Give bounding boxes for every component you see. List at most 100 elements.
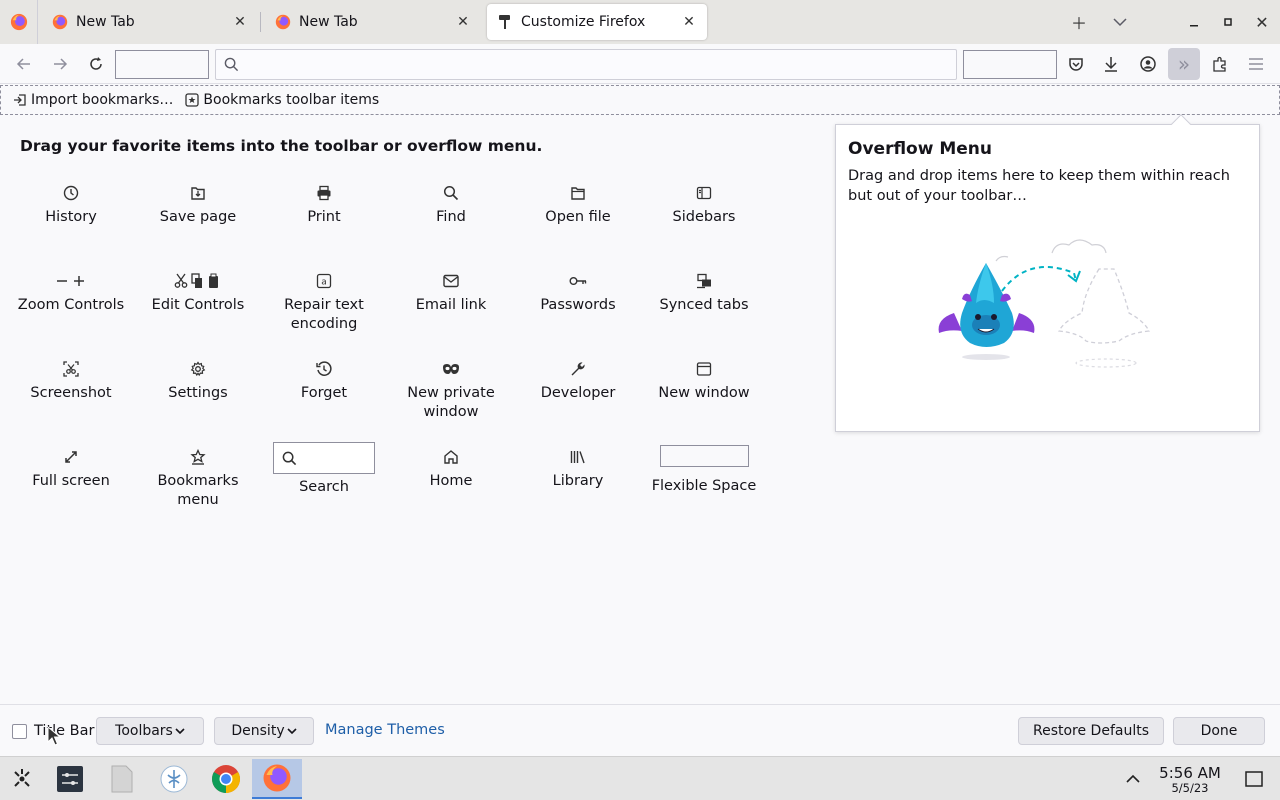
palette-item-find[interactable]: Find	[388, 178, 514, 227]
palette-item-label: Zoom Controls	[17, 297, 125, 313]
customize-footer: Title Bar Toolbars Density Manage Themes…	[0, 704, 1280, 756]
palette-item-label: History	[45, 209, 97, 225]
palette-item-edit-controls[interactable]: Edit Controls	[135, 266, 261, 315]
pocket-icon[interactable]	[1066, 54, 1086, 74]
new-window-icon	[696, 362, 712, 376]
palette-item-passwords[interactable]: Passwords	[515, 266, 641, 315]
palette-item-save-page[interactable]: Save page	[135, 178, 261, 227]
close-icon[interactable]: ✕	[455, 14, 471, 30]
palette-item-home[interactable]: Home	[388, 442, 514, 491]
hamburger-menu-icon[interactable]	[1246, 54, 1266, 74]
title-bar-checkbox[interactable]	[12, 724, 27, 739]
palette-item-synced-tabs[interactable]: Synced tabs	[641, 266, 767, 315]
panel-arrow	[1171, 114, 1191, 134]
open-file-icon	[571, 187, 585, 200]
palette-item-label: Open file	[545, 209, 611, 225]
palette-item-email-link[interactable]: Email link	[388, 266, 514, 315]
overflow-chevron-icon[interactable]: »	[1168, 48, 1200, 80]
url-bar[interactable]	[215, 49, 957, 80]
firefox-view-button[interactable]	[0, 0, 38, 44]
palette-item-label: Full screen	[32, 473, 110, 489]
discover-store-icon[interactable]	[152, 759, 196, 799]
tab-new-tab-2[interactable]: New Tab ✕	[265, 4, 481, 40]
palette-item-open-file[interactable]: Open file	[515, 178, 641, 227]
palette-item-developer[interactable]: Developer	[515, 354, 641, 403]
find-icon	[443, 185, 459, 201]
tab-customize-firefox[interactable]: Customize Firefox ✕	[487, 4, 707, 40]
manage-themes-link[interactable]: Manage Themes	[325, 722, 445, 738]
overflow-menu-title: Overflow Menu	[848, 139, 993, 159]
extensions-puzzle-icon[interactable]	[1210, 54, 1230, 74]
search-icon	[224, 57, 239, 72]
back-arrow-icon[interactable]	[14, 54, 34, 74]
palette-item-settings[interactable]: Settings	[135, 354, 261, 403]
close-icon[interactable]: ✕	[681, 14, 697, 30]
account-icon[interactable]	[1138, 54, 1158, 74]
forward-arrow-icon[interactable]	[50, 54, 70, 74]
edit-controls-icon	[174, 273, 218, 288]
done-button[interactable]: Done	[1173, 717, 1265, 745]
maximize-icon[interactable]	[1218, 12, 1238, 32]
palette-item-search[interactable]: Search	[261, 442, 387, 497]
print-icon	[317, 185, 331, 201]
flexible-space-placeholder[interactable]	[963, 50, 1057, 79]
taskbar-clock[interactable]: 5:56 AM 5/5/23	[1150, 765, 1230, 795]
overflow-menu-panel[interactable]: Overflow Menu Drag and drop items here t…	[835, 114, 1260, 432]
palette-item-library[interactable]: Library	[515, 442, 641, 491]
chrome-icon[interactable]	[204, 759, 248, 799]
palette-item-zoom-controls[interactable]: Zoom Controls	[8, 266, 134, 315]
tray-expand-chevron-up-icon[interactable]	[1111, 759, 1155, 799]
chevron-down-icon	[287, 728, 297, 735]
system-settings-icon[interactable]	[48, 759, 92, 799]
firefox-icon	[10, 13, 27, 31]
palette-item-screenshot[interactable]: Screenshot	[8, 354, 134, 403]
reload-icon[interactable]	[86, 54, 106, 74]
downloads-icon[interactable]	[1101, 54, 1121, 74]
palette-item-label: Settings	[168, 385, 228, 401]
minimize-icon[interactable]	[1184, 12, 1204, 32]
import-bookmarks-label: Import bookmarks…	[31, 92, 174, 108]
private-window-mask-icon	[443, 364, 459, 374]
density-button[interactable]: Density	[214, 717, 314, 745]
flexible-space-placeholder[interactable]	[115, 50, 209, 79]
palette-item-history[interactable]: History	[8, 178, 134, 227]
palette-item-repair-text-encoding[interactable]: a Repair text encoding	[261, 266, 387, 334]
palette-item-new-window[interactable]: New window	[641, 354, 767, 403]
bookmarks-menu-icon	[190, 449, 206, 465]
restore-defaults-button[interactable]: Restore Defaults	[1018, 717, 1164, 745]
bookmarks-toolbar-items[interactable]: Bookmarks toolbar items	[185, 92, 379, 108]
toolbars-label: Toolbars	[115, 723, 173, 739]
svg-text:a: a	[321, 278, 327, 288]
app-launcher-icon[interactable]	[0, 759, 44, 799]
show-desktop-icon[interactable]	[1232, 759, 1276, 799]
palette-item-print[interactable]: Print	[261, 178, 387, 227]
window-close-icon[interactable]: ✕	[1252, 12, 1272, 32]
zoom-controls-icon	[57, 276, 84, 286]
palette-item-new-private-window[interactable]: New private window	[388, 354, 514, 422]
search-box-preview	[273, 442, 375, 474]
import-bookmarks-button[interactable]: Import bookmarks…	[13, 92, 173, 108]
new-tab-plus-icon[interactable]: ＋	[1069, 12, 1089, 33]
palette-item-label: Screenshot	[30, 385, 112, 401]
tab-label: New Tab	[76, 14, 135, 30]
palette-item-sidebars[interactable]: Sidebars	[641, 178, 767, 227]
paintbrush-icon	[499, 15, 510, 29]
palette-item-label: Library	[552, 473, 604, 489]
palette-item-label: Save page	[159, 209, 237, 225]
mouse-cursor-icon	[47, 726, 61, 746]
full-screen-icon	[65, 451, 77, 463]
palette-item-flexible-space[interactable]: Flexible Space	[641, 442, 767, 496]
import-icon	[14, 94, 26, 106]
synced-tabs-icon	[697, 273, 711, 289]
firefox-taskbar-icon[interactable]	[252, 759, 302, 799]
repair-text-encoding-icon: a	[316, 273, 332, 289]
list-all-tabs-chevron-icon[interactable]	[1110, 12, 1130, 32]
toolbars-button[interactable]: Toolbars	[96, 717, 204, 745]
tab-label: Customize Firefox	[521, 14, 646, 30]
palette-item-bookmarks-menu[interactable]: Bookmarks menu	[135, 442, 261, 510]
tab-new-tab-1[interactable]: New Tab ✕	[42, 4, 258, 40]
close-icon[interactable]: ✕	[232, 14, 248, 30]
palette-item-forget[interactable]: Forget	[261, 354, 387, 403]
palette-item-full-screen[interactable]: Full screen	[8, 442, 134, 491]
file-manager-icon[interactable]	[100, 759, 144, 799]
